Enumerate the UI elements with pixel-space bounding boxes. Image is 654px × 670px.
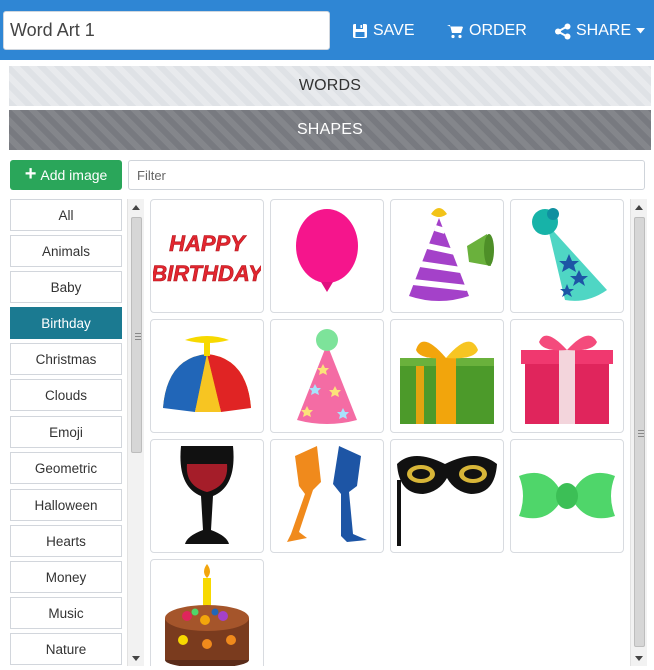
words-label: WORDS <box>298 77 362 94</box>
shape-grid-scrollbar[interactable] <box>630 199 647 666</box>
shape-tile-party-hat-horn[interactable] <box>390 199 504 313</box>
balloon-icon <box>296 209 358 292</box>
party-hat-stars-icon <box>532 208 607 301</box>
bow-tie-icon <box>519 472 615 519</box>
shape-tile-masquerade-mask[interactable] <box>390 439 504 553</box>
category-item-emoji[interactable]: Emoji <box>10 416 122 448</box>
category-item-birthday[interactable]: Birthday <box>10 307 122 339</box>
floppy-disk-icon <box>352 23 368 39</box>
champagne-glasses-icon <box>287 446 367 542</box>
svg-text:BIRTHDAY: BIRTHDAY <box>153 261 261 286</box>
order-button[interactable]: ORDER <box>446 18 527 44</box>
share-icon <box>554 23 571 40</box>
category-item-clouds[interactable]: Clouds <box>10 379 122 411</box>
propeller-cap-icon <box>163 336 251 412</box>
happy-birthday-text-icon: HAPPY BIRTHDAY <box>153 231 261 287</box>
word-art-editor: SAVE ORDER SHARE WORDS SHAPES + Add imag… <box>0 0 654 670</box>
scroll-up-arrow-icon[interactable] <box>631 199 647 215</box>
scroll-up-arrow-icon[interactable] <box>128 199 144 215</box>
wine-glass-icon <box>180 446 234 544</box>
add-image-label: Add image <box>40 167 108 183</box>
filter-input[interactable] <box>128 160 645 190</box>
pink-gift-box-icon <box>521 335 613 424</box>
shape-tile-bow-tie[interactable] <box>510 439 624 553</box>
category-scrollbar[interactable] <box>127 199 144 666</box>
green-gift-box-icon <box>400 341 494 424</box>
category-item-all[interactable]: All <box>10 199 122 231</box>
top-toolbar: SAVE ORDER SHARE <box>0 0 654 60</box>
category-item-music[interactable]: Music <box>10 597 122 629</box>
category-item-hearts[interactable]: Hearts <box>10 525 122 557</box>
shape-tile-champagne-glasses[interactable] <box>270 439 384 553</box>
scrollbar-thumb[interactable] <box>634 217 645 647</box>
caret-down-icon <box>636 28 646 34</box>
shape-tile-propeller-cap[interactable] <box>150 319 264 433</box>
category-list: All Animals Baby Birthday Christmas Clou… <box>10 199 123 666</box>
words-section-header[interactable]: WORDS <box>9 66 651 106</box>
save-button[interactable]: SAVE <box>352 18 415 44</box>
scroll-down-arrow-icon[interactable] <box>631 650 647 666</box>
shape-tile-happy-birthday[interactable]: HAPPY BIRTHDAY <box>150 199 264 313</box>
shape-tile-party-hat-stars[interactable] <box>510 199 624 313</box>
shape-tile-green-gift-box[interactable] <box>390 319 504 433</box>
shapes-section-header[interactable]: SHAPES <box>9 110 651 150</box>
shape-tile-wine-glass[interactable] <box>150 439 264 553</box>
shape-tile-pink-gift-box[interactable] <box>510 319 624 433</box>
category-item-nature[interactable]: Nature <box>10 633 122 665</box>
shopping-cart-icon <box>446 23 464 39</box>
shape-tile-birthday-cake[interactable] <box>150 559 264 666</box>
plus-icon: + <box>24 163 37 185</box>
title-input[interactable] <box>3 11 330 50</box>
category-item-halloween[interactable]: Halloween <box>10 489 122 521</box>
pink-party-hat-icon <box>297 329 357 424</box>
birthday-cake-icon <box>165 564 249 666</box>
shape-tile-balloon[interactable] <box>270 199 384 313</box>
shape-tile-pink-party-hat[interactable] <box>270 319 384 433</box>
order-label: ORDER <box>469 22 527 39</box>
party-hat-horn-icon <box>409 208 494 301</box>
shapes-label: SHAPES <box>296 121 364 138</box>
svg-text:HAPPY: HAPPY <box>169 231 247 256</box>
category-item-baby[interactable]: Baby <box>10 271 122 303</box>
scrollbar-thumb[interactable] <box>131 217 142 453</box>
category-item-geometric[interactable]: Geometric <box>10 452 122 484</box>
save-label: SAVE <box>373 22 415 39</box>
shape-grid: HAPPY BIRTHDAY <box>150 199 628 666</box>
share-label: SHARE <box>576 22 632 39</box>
category-item-christmas[interactable]: Christmas <box>10 343 122 375</box>
category-item-animals[interactable]: Animals <box>10 235 122 267</box>
masquerade-mask-icon <box>397 456 497 546</box>
add-image-button[interactable]: + Add image <box>10 160 122 190</box>
category-item-money[interactable]: Money <box>10 561 122 593</box>
scroll-down-arrow-icon[interactable] <box>128 650 144 666</box>
share-button[interactable]: SHARE <box>554 18 646 44</box>
